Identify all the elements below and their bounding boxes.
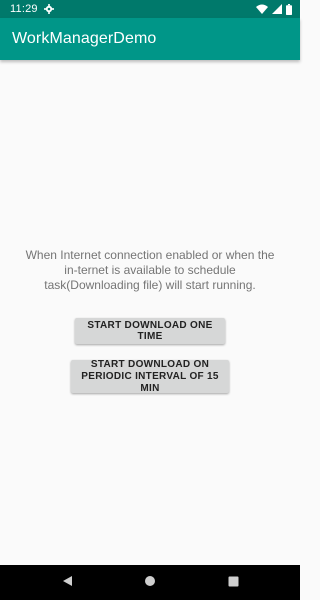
recents-button[interactable] (221, 571, 245, 595)
status-right (256, 3, 292, 15)
back-icon (61, 574, 73, 592)
navigation-bar (0, 565, 300, 600)
main-content: When Internet connection enabled or when… (0, 60, 300, 565)
status-left: 11:29 (10, 3, 54, 15)
status-bar: 11:29 (0, 0, 300, 18)
home-button[interactable] (138, 571, 162, 595)
status-time: 11:29 (10, 3, 38, 15)
home-icon (144, 574, 156, 592)
settings-icon (43, 4, 54, 14)
battery-icon (286, 3, 292, 15)
app-bar: WorkManagerDemo (0, 18, 300, 60)
signal-icon (272, 4, 282, 14)
app-screen: 11:29 WorkManagerDemo When Internet conn… (0, 0, 300, 600)
back-button[interactable] (55, 571, 79, 595)
start-download-one-time-button[interactable]: START DOWNLOAD ONE TIME (75, 318, 225, 344)
recents-icon (228, 574, 239, 592)
wifi-icon (256, 4, 268, 14)
app-title: WorkManagerDemo (12, 30, 157, 47)
start-download-periodic-button[interactable]: START DOWNLOAD ON PERIODIC INTERVAL OF 1… (71, 359, 229, 394)
info-text: When Internet connection enabled or when… (25, 248, 275, 292)
